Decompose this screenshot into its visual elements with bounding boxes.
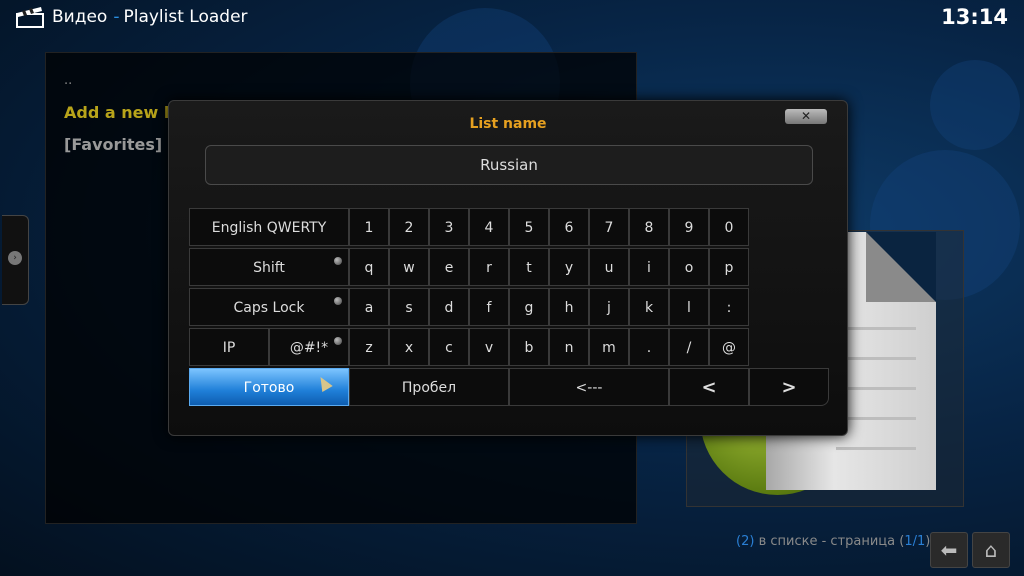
key-colon[interactable]: : bbox=[709, 288, 749, 326]
symbols-indicator-icon bbox=[334, 337, 342, 345]
shift-label: Shift bbox=[253, 260, 285, 276]
side-menu-tab[interactable]: › bbox=[2, 215, 29, 305]
status-close-paren: ) bbox=[749, 534, 755, 549]
key-s[interactable]: s bbox=[389, 288, 429, 326]
key-c[interactable]: c bbox=[429, 328, 469, 366]
list-name-input[interactable]: Russian bbox=[205, 145, 813, 185]
window-title: Видео - Playlist Loader bbox=[52, 7, 248, 27]
plugin-name: Playlist Loader bbox=[123, 7, 248, 27]
symbols-label: @#!* bbox=[289, 340, 329, 356]
key-8[interactable]: 8 bbox=[629, 208, 669, 246]
status-text: в списке - страница bbox=[758, 534, 896, 549]
cursor-left-key[interactable]: < bbox=[669, 368, 749, 406]
done-label: Готово bbox=[243, 380, 295, 396]
key-period[interactable]: . bbox=[629, 328, 669, 366]
list-item-favorites[interactable]: [Favorites] bbox=[64, 135, 162, 154]
key-m[interactable]: m bbox=[589, 328, 629, 366]
key-e[interactable]: e bbox=[429, 248, 469, 286]
top-bar: Видео - Playlist Loader 13:14 bbox=[0, 0, 1024, 36]
key-r[interactable]: r bbox=[469, 248, 509, 286]
key-o[interactable]: o bbox=[669, 248, 709, 286]
key-4[interactable]: 4 bbox=[469, 208, 509, 246]
key-w[interactable]: w bbox=[389, 248, 429, 286]
key-d[interactable]: d bbox=[429, 288, 469, 326]
clapperboard-icon bbox=[16, 7, 44, 28]
key-6[interactable]: 6 bbox=[549, 208, 589, 246]
caps-lock-label: Caps Lock bbox=[233, 300, 305, 316]
document-fold bbox=[866, 232, 936, 302]
key-k[interactable]: k bbox=[629, 288, 669, 326]
document-line bbox=[836, 357, 916, 360]
key-y[interactable]: y bbox=[549, 248, 589, 286]
key-i[interactable]: i bbox=[629, 248, 669, 286]
key-p[interactable]: p bbox=[709, 248, 749, 286]
key-n[interactable]: n bbox=[549, 328, 589, 366]
done-button[interactable]: Готово bbox=[189, 368, 349, 406]
page-indicator: 1/1 bbox=[904, 534, 926, 549]
key-z[interactable]: z bbox=[349, 328, 389, 366]
dialog-heading: List name bbox=[469, 116, 547, 132]
key-j[interactable]: j bbox=[589, 288, 629, 326]
key-h[interactable]: h bbox=[549, 288, 589, 326]
clock: 13:14 bbox=[941, 5, 1008, 29]
key-u[interactable]: u bbox=[589, 248, 629, 286]
document-line bbox=[836, 327, 916, 330]
key-x[interactable]: x bbox=[389, 328, 429, 366]
list-item-parent[interactable]: .. bbox=[64, 73, 72, 88]
backspace-key[interactable]: <--- bbox=[509, 368, 669, 406]
key-a[interactable]: a bbox=[349, 288, 389, 326]
key-7[interactable]: 7 bbox=[589, 208, 629, 246]
section-name: Видео bbox=[52, 7, 108, 27]
shift-key[interactable]: Shift bbox=[189, 248, 349, 286]
home-icon[interactable]: ⌂ bbox=[972, 532, 1010, 568]
key-slash[interactable]: / bbox=[669, 328, 709, 366]
key-9[interactable]: 9 bbox=[669, 208, 709, 246]
layout-key[interactable]: English QWERTY bbox=[189, 208, 349, 246]
space-key[interactable]: Пробел bbox=[349, 368, 509, 406]
document-line bbox=[836, 417, 916, 420]
key-l[interactable]: l bbox=[669, 288, 709, 326]
chevron-right-icon: › bbox=[8, 251, 22, 265]
key-f[interactable]: f bbox=[469, 288, 509, 326]
keyboard-dialog: List name ✕ Russian English QWERTY 1 2 3… bbox=[168, 100, 848, 436]
shift-indicator-icon bbox=[334, 257, 342, 265]
virtual-keyboard: English QWERTY 1 2 3 4 5 6 7 8 9 0 Shift… bbox=[189, 208, 829, 410]
list-status: (2) в списке - страница (1/1) bbox=[736, 534, 930, 549]
title-separator: - bbox=[113, 7, 120, 27]
symbols-key[interactable]: @#!* bbox=[269, 328, 349, 366]
document-line bbox=[836, 447, 916, 450]
caps-indicator-icon bbox=[334, 297, 342, 305]
key-0[interactable]: 0 bbox=[709, 208, 749, 246]
key-g[interactable]: g bbox=[509, 288, 549, 326]
key-1[interactable]: 1 bbox=[349, 208, 389, 246]
document-line bbox=[836, 387, 916, 390]
key-q[interactable]: q bbox=[349, 248, 389, 286]
key-at[interactable]: @ bbox=[709, 328, 749, 366]
back-arrow-icon[interactable]: ⬅ bbox=[930, 532, 968, 568]
mouse-pointer-icon bbox=[315, 373, 333, 393]
cursor-right-key[interactable]: > bbox=[749, 368, 829, 406]
key-5[interactable]: 5 bbox=[509, 208, 549, 246]
key-t[interactable]: t bbox=[509, 248, 549, 286]
key-2[interactable]: 2 bbox=[389, 208, 429, 246]
caps-lock-key[interactable]: Caps Lock bbox=[189, 288, 349, 326]
key-v[interactable]: v bbox=[469, 328, 509, 366]
close-button[interactable]: ✕ bbox=[785, 109, 827, 124]
ip-key[interactable]: IP bbox=[189, 328, 269, 366]
key-3[interactable]: 3 bbox=[429, 208, 469, 246]
key-b[interactable]: b bbox=[509, 328, 549, 366]
